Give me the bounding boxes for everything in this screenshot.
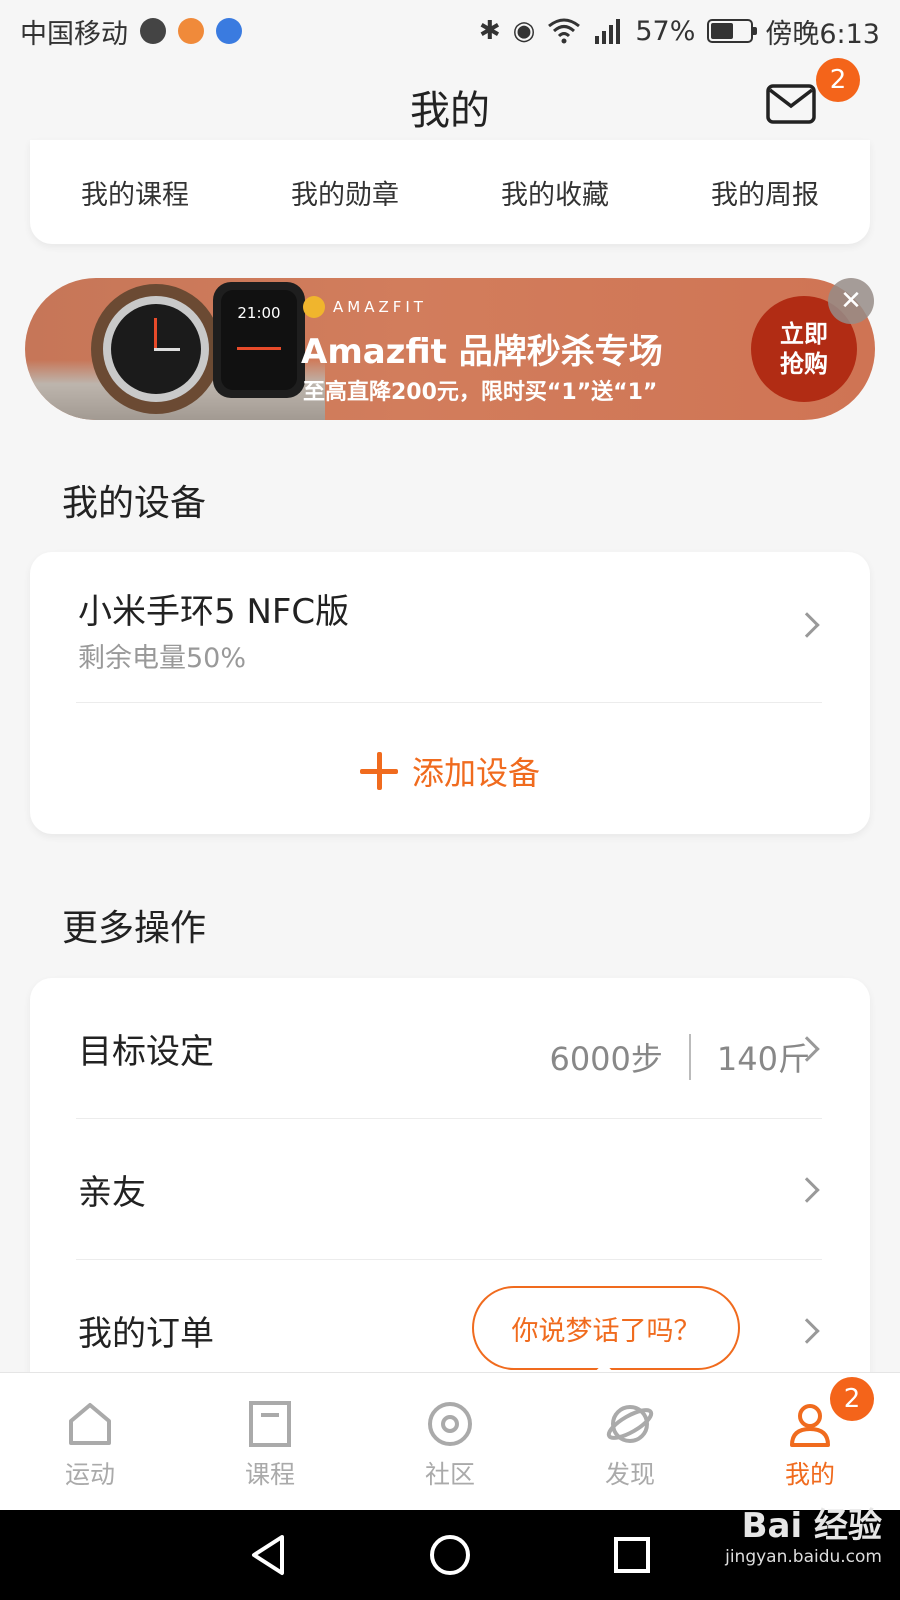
messages-badge: 2	[816, 58, 860, 102]
watermark-url: jingyan.baidu.com	[725, 1547, 882, 1567]
add-device-button[interactable]: 添加设备	[30, 708, 870, 834]
tab-label: 社区	[424, 1460, 475, 1489]
plus-icon	[359, 752, 398, 790]
tab-label: 发现	[604, 1460, 655, 1489]
bubble-text: 你说梦话了吗？	[511, 1315, 701, 1347]
devices-section-title: 我的设备	[62, 483, 207, 524]
chevron-right-icon	[794, 612, 820, 638]
sleep-talk-bubble[interactable]: 你说梦话了吗？	[472, 1286, 740, 1370]
add-device-label: 添加设备	[411, 754, 540, 792]
quick-link-favorites[interactable]: 我的收藏	[501, 173, 609, 212]
square-watch-image: 21:00	[213, 282, 305, 398]
more-section-title: 更多操作	[62, 908, 207, 949]
baidu-jingyan-watermark: Bai 经验 jingyan.baidu.com	[682, 1498, 882, 1567]
tab-community[interactable]: 社区	[380, 1373, 520, 1510]
signal-icon	[595, 19, 621, 44]
buy-now-line2: 抢购	[780, 350, 828, 378]
promo-banner[interactable]: 21:00 AMAZFIT Amazfit 品牌秒杀专场 至高直降200元，限时…	[25, 278, 875, 420]
baidu-app-icon	[216, 18, 242, 44]
page-title: 我的	[410, 88, 490, 134]
round-watch-image	[91, 284, 221, 414]
back-icon[interactable]	[248, 1533, 288, 1577]
friends-label: 亲友	[78, 1173, 146, 1213]
chevron-right-icon	[794, 1318, 820, 1344]
tab-discover[interactable]: 发现	[560, 1373, 700, 1510]
status-bar: 中国移动 ✱ ◉ 57% 傍晚6:13	[0, 0, 900, 62]
devices-card: 小米手环5 NFC版 剩余电量50% 添加设备	[30, 552, 870, 834]
mail-icon	[766, 84, 816, 124]
mi-app-icon	[178, 18, 204, 44]
goal-steps: 6000步	[549, 1040, 663, 1078]
friends-row[interactable]: 亲友	[30, 1119, 870, 1259]
amazfit-logo-icon	[303, 296, 325, 318]
wifi-icon	[548, 18, 581, 44]
clock: 傍晚6:13	[765, 18, 880, 50]
device-row[interactable]: 小米手环5 NFC版 剩余电量50%	[30, 552, 870, 698]
brand-row: AMAZFIT	[303, 296, 427, 318]
quick-link-medals[interactable]: 我的勋章	[291, 173, 399, 212]
goal-setting-label: 目标设定	[78, 1032, 214, 1072]
divider	[76, 702, 822, 703]
carrier-label: 中国移动	[20, 18, 128, 50]
tab-courses[interactable]: 课程	[200, 1373, 340, 1510]
bottom-tab-bar: 运动 课程 社区 发现 我的 2	[0, 1372, 900, 1510]
banner-subtitle: 至高直降200元，限时买“1”送“1”	[303, 380, 658, 405]
course-icon	[249, 1401, 291, 1447]
community-icon	[428, 1402, 472, 1446]
goal-weight: 140斤	[716, 1040, 810, 1078]
status-bar-left: 中国移动	[20, 12, 242, 51]
recents-icon[interactable]	[612, 1535, 652, 1575]
chevron-right-icon	[794, 1177, 820, 1203]
close-icon: ✕	[840, 286, 862, 316]
brand-name: AMAZFIT	[333, 298, 427, 316]
battery-icon	[707, 19, 758, 43]
notification-app-icon	[140, 18, 166, 44]
more-actions-card: 目标设定 6000步 140斤 亲友 我的订单	[30, 978, 870, 1398]
quick-link-weekly-report[interactable]: 我的周报	[711, 173, 819, 212]
tab-label: 我的	[784, 1460, 835, 1489]
device-battery: 剩余电量50%	[78, 643, 247, 674]
discover-icon	[606, 1405, 654, 1443]
tab-label: 课程	[244, 1460, 295, 1489]
profile-badge: 2	[830, 1377, 874, 1421]
quick-links-card: 我的课程 我的勋章 我的收藏 我的周报	[30, 140, 870, 244]
goal-values: 6000步 140斤	[549, 1034, 810, 1080]
tab-label: 运动	[64, 1460, 115, 1489]
battery-percent: 57%	[635, 15, 696, 47]
watermark-logo: Bai 经验	[741, 1506, 882, 1546]
tab-profile[interactable]: 我的 2	[740, 1373, 880, 1510]
watch-face-time: 21:00	[237, 304, 281, 322]
tab-sport[interactable]: 运动	[20, 1373, 160, 1510]
banner-title: Amazfit 品牌秒杀专场	[301, 332, 663, 372]
status-bar-right: ✱ ◉ 57% 傍晚6:13	[479, 12, 880, 51]
bluetooth-icon: ✱	[478, 16, 501, 46]
orders-label: 我的订单	[78, 1314, 214, 1354]
eye-icon: ◉	[512, 16, 536, 46]
home-icon	[69, 1403, 111, 1445]
quick-link-courses[interactable]: 我的课程	[81, 173, 189, 212]
home-button-icon[interactable]	[428, 1533, 472, 1577]
buy-now-line1: 立即	[780, 320, 828, 348]
device-name: 小米手环5 NFC版	[78, 592, 350, 632]
goal-separator	[688, 1034, 691, 1080]
goal-setting-row[interactable]: 目标设定 6000步 140斤	[30, 978, 870, 1118]
profile-icon	[790, 1404, 830, 1447]
page-header: 我的 2	[0, 58, 900, 152]
banner-close-button[interactable]: ✕	[828, 278, 874, 324]
messages-button[interactable]: 2	[766, 58, 860, 126]
